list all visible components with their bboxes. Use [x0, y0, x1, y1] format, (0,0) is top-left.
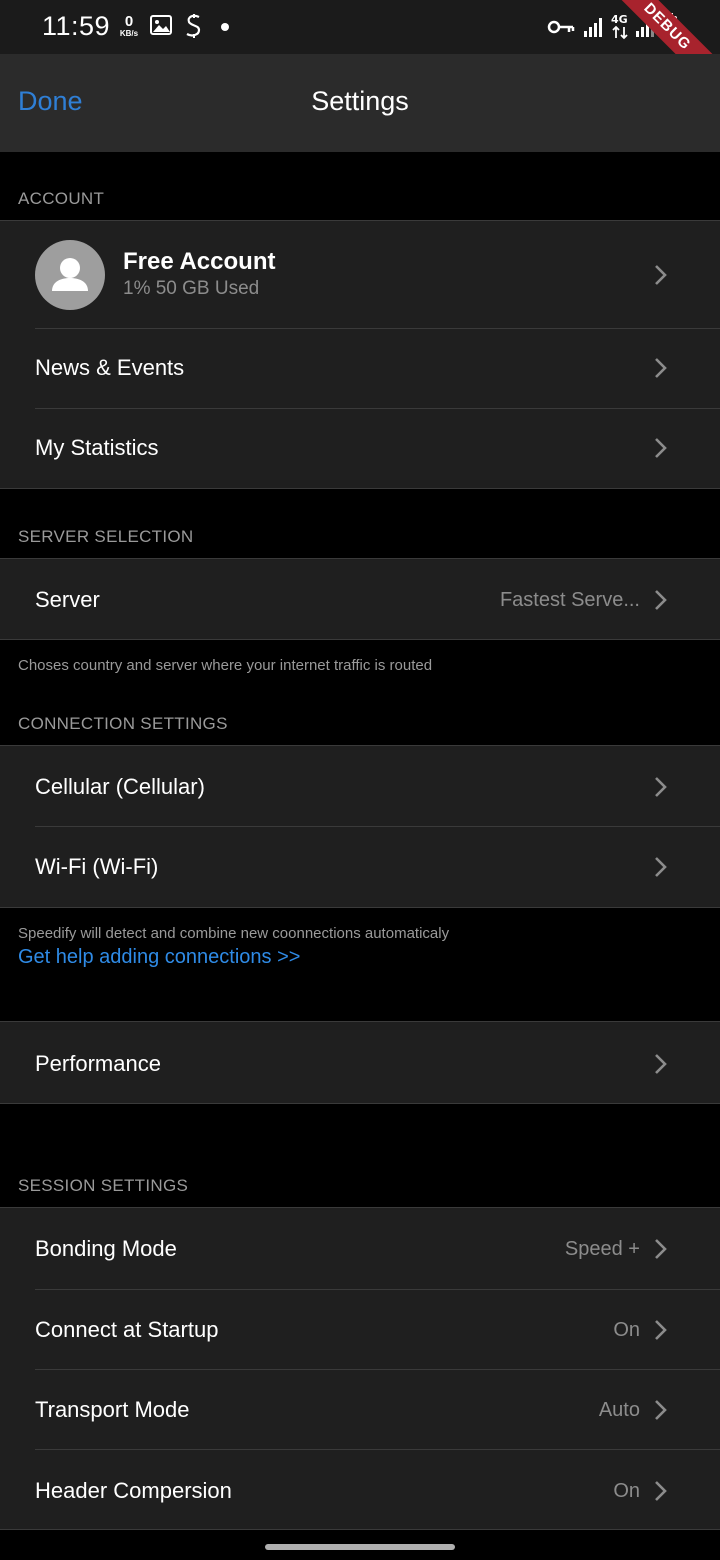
connect-at-startup-row[interactable]: Connect at Startup On [0, 1289, 720, 1369]
avatar [35, 240, 105, 310]
connection-group: Cellular (Cellular) Wi-Fi (Wi-Fi) [0, 745, 720, 908]
chevron-right-icon [655, 1054, 667, 1074]
account-usage: 1% 50 GB Used [123, 278, 260, 299]
account-group: Free Account 1% 50 GB Used News & Events… [0, 220, 720, 489]
bonding-mode-value: Speed + [564, 1238, 640, 1260]
chevron-right-icon [655, 1400, 667, 1420]
speedify-icon [183, 13, 205, 44]
connect-at-startup-label: Connect at Startup [35, 1317, 219, 1342]
wifi-label: Wi-Fi (Wi-Fi) [35, 854, 159, 879]
performance-label: Performance [35, 1051, 161, 1076]
chevron-right-icon [655, 265, 667, 285]
chevron-right-icon [655, 590, 667, 610]
transport-mode-row[interactable]: Transport Mode Auto [0, 1369, 720, 1449]
section-header-account: ACCOUNT [18, 189, 105, 208]
signal-icon [582, 16, 604, 43]
header-compression-row[interactable]: Header Compersion On [0, 1449, 720, 1530]
network-speed-unit: KB/s [119, 29, 139, 38]
header-compression-label: Header Compersion [35, 1478, 232, 1503]
section-header-connection-settings: CONNECTION SETTINGS [18, 714, 228, 733]
section-header-session-settings: SESSION SETTINGS [18, 1176, 189, 1195]
my-statistics-label: My Statistics [35, 435, 159, 460]
chevron-right-icon [655, 358, 667, 378]
image-icon [150, 14, 172, 41]
account-title: Free Account [123, 248, 276, 275]
performance-group: Performance [0, 1021, 720, 1104]
network-speed: 0 KB/s [115, 14, 143, 38]
page-title: Settings [311, 86, 409, 116]
vpn-key-icon [547, 18, 575, 41]
bonding-mode-label: Bonding Mode [35, 1236, 177, 1261]
transport-mode-label: Transport Mode [35, 1397, 190, 1422]
section-header-server-selection: SERVER SELECTION [18, 527, 194, 546]
my-statistics-row[interactable]: My Statistics [0, 408, 720, 488]
network-speed-value: 0 [124, 13, 134, 30]
status-bar: 11:59 0 KB/s 4G DEBUG [0, 0, 720, 111]
news-events-row[interactable]: News & Events [0, 328, 720, 408]
news-events-label: News & Events [35, 355, 185, 380]
home-indicator[interactable] [265, 1544, 455, 1550]
chevron-right-icon [655, 857, 667, 877]
server-group: Server Fastest Serve... [0, 558, 720, 640]
cellular-row[interactable]: Cellular (Cellular) [0, 746, 720, 826]
chevron-right-icon [655, 1239, 667, 1259]
cellular-label: Cellular (Cellular) [35, 774, 205, 799]
navigation-bar: Done Settings [0, 54, 720, 152]
performance-row[interactable]: Performance [0, 1022, 720, 1103]
chevron-right-icon [655, 438, 667, 458]
server-row[interactable]: Server Fastest Serve... [0, 559, 720, 639]
transport-mode-value: Auto [598, 1399, 640, 1421]
bonding-mode-row[interactable]: Bonding Mode Speed + [0, 1208, 720, 1289]
session-group: Bonding Mode Speed + Connect at Startup … [0, 1207, 720, 1530]
svg-text:4G: 4G [611, 13, 628, 26]
help-adding-connections-link[interactable]: Get help adding connections >> [18, 946, 300, 969]
server-label: Server [35, 587, 100, 612]
server-value: Fastest Serve... [499, 589, 640, 611]
header-compression-value: On [613, 1480, 640, 1502]
status-time: 11:59 [42, 11, 111, 41]
server-footer-note: Choses country and server where your int… [18, 657, 433, 674]
connect-at-startup-value: On [613, 1319, 640, 1341]
person-icon [52, 258, 88, 291]
connection-footer-note: Speedify will detect and combine new coo… [18, 925, 450, 942]
notification-dot-icon [221, 23, 229, 31]
chevron-right-icon [655, 1320, 667, 1340]
wifi-row[interactable]: Wi-Fi (Wi-Fi) [0, 826, 720, 907]
chevron-right-icon [655, 1481, 667, 1501]
chevron-right-icon [655, 777, 667, 797]
account-row[interactable]: Free Account 1% 50 GB Used [0, 221, 720, 328]
4g-data-icon: 4G [609, 12, 631, 45]
